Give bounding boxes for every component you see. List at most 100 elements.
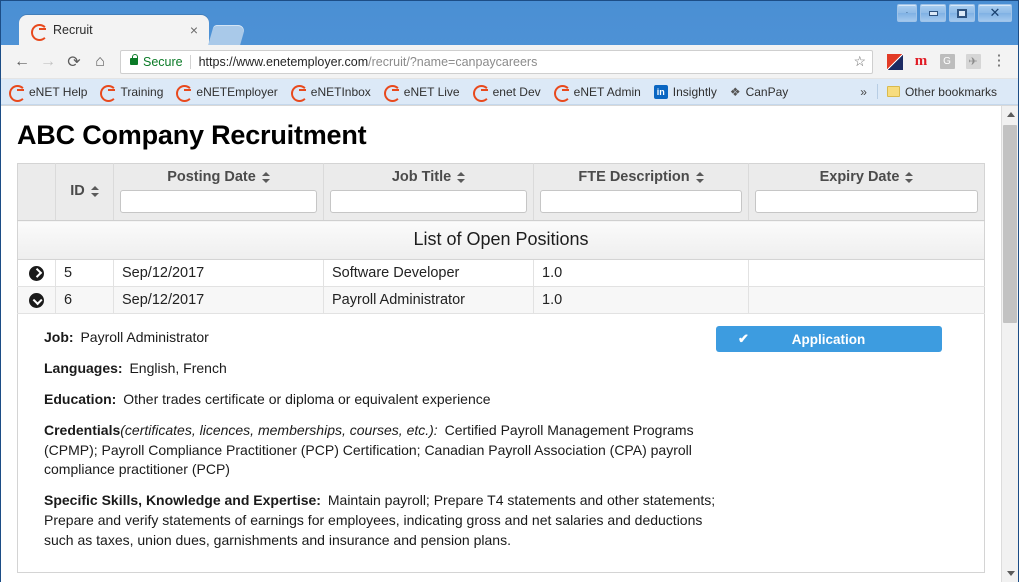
scrollbar-thumb[interactable]: [1003, 125, 1017, 323]
sort-icon[interactable]: [695, 171, 704, 184]
column-job-title[interactable]: Job Title: [323, 163, 534, 221]
bookmark-label: Insightly: [672, 84, 717, 99]
window-minimize-button[interactable]: [920, 4, 946, 22]
table-header: ID Posting Date Job Title FTE Descriptio…: [17, 163, 985, 221]
column-id-label: ID: [70, 183, 85, 199]
cell-expiry-date: [748, 259, 985, 287]
window-maximize-button[interactable]: [949, 4, 975, 22]
tab-strip: Recruit ×: [19, 15, 246, 45]
column-expiry-date[interactable]: Expiry Date: [748, 163, 985, 221]
column-fte-description[interactable]: FTE Description: [533, 163, 749, 221]
row-expander-cell[interactable]: [17, 259, 56, 287]
bookmark-enet-dev[interactable]: enet Dev: [472, 84, 541, 102]
window-help-glyph: ·: [905, 8, 909, 17]
bookmarks-overflow-icon[interactable]: »: [860, 85, 867, 99]
cell-expiry-date: [748, 286, 985, 314]
table-caption: List of Open Positions: [17, 220, 985, 260]
detail-label-education: Education:: [44, 390, 117, 407]
other-bookmarks-label: Other bookmarks: [904, 84, 997, 99]
column-job-title-label: Job Title: [391, 169, 452, 185]
bookmark-label: eNETEmployer: [196, 84, 278, 99]
page-content: ABC Company Recruitment List of Open Pos…: [1, 106, 1001, 582]
column-expiry-date-label: Expiry Date: [819, 169, 900, 185]
application-button[interactable]: ✔ Application: [716, 326, 942, 352]
table-body: 5 Sep/12/2017 Software Developer 1.0 6 S…: [17, 259, 985, 314]
reload-button[interactable]: ⟳: [61, 49, 87, 75]
bookmarks-bar: eNET Help Training eNETEmployer eNETInbo…: [1, 79, 1018, 105]
other-bookmarks-folder[interactable]: Other bookmarks: [886, 84, 997, 99]
flag-extension-icon[interactable]: [884, 51, 906, 73]
column-id[interactable]: ID: [55, 163, 114, 221]
bookmark-star-icon[interactable]: ☆: [853, 53, 866, 70]
back-button[interactable]: ←: [9, 49, 35, 75]
sort-icon[interactable]: [905, 171, 914, 184]
filter-posting-date[interactable]: [120, 190, 317, 213]
column-posting-date-label: Posting Date: [167, 169, 256, 185]
window-close-glyph: ✕: [989, 5, 1001, 20]
filter-job-title[interactable]: [330, 190, 527, 213]
bookmark-training[interactable]: Training: [100, 84, 164, 102]
filter-fte-description[interactable]: [540, 190, 742, 213]
g-extension-icon[interactable]: G: [936, 51, 958, 73]
tab-close-icon[interactable]: ×: [187, 23, 201, 37]
scroll-down-button[interactable]: [1002, 565, 1019, 582]
sort-icon[interactable]: [90, 185, 99, 198]
bookmark-label: eNET Live: [403, 84, 460, 99]
tab-recruit[interactable]: Recruit ×: [19, 15, 209, 45]
page-scrollbar[interactable]: [1001, 106, 1018, 582]
bookmark-enetinbox[interactable]: eNETInbox: [290, 84, 371, 102]
row-expander-cell[interactable]: [17, 286, 56, 314]
detail-label-languages: Languages:: [44, 359, 123, 376]
cell-fte: 1.0: [533, 286, 749, 314]
window-close-button[interactable]: ✕: [978, 4, 1012, 22]
sort-icon[interactable]: [261, 171, 270, 184]
detail-value-job: Payroll Administrator: [80, 329, 209, 345]
canpay-icon: ❖: [729, 84, 741, 99]
cell-id: 5: [55, 259, 114, 287]
bookmark-label: enet Dev: [492, 84, 541, 99]
title-bar: · ✕ Recruit ×: [1, 1, 1018, 45]
detail-field-skills: Specific Skills, Knowledge and Expertise…: [44, 491, 734, 551]
bookmark-label: Training: [120, 84, 164, 99]
browser-toolbar: ← → ⟳ ⌂ Secure https://www.enetemployer.…: [1, 45, 1018, 79]
address-bar[interactable]: Secure https://www.enetemployer.com /rec…: [120, 49, 873, 74]
open-positions-table: List of Open Positions ID Posting Date J…: [17, 163, 985, 314]
url-domain: https://www.enetemployer.com: [198, 54, 369, 69]
detail-label-job: Job:: [44, 329, 74, 345]
linkedin-icon: in: [653, 84, 668, 99]
omnibox-divider: [189, 54, 191, 69]
home-button[interactable]: ⌂: [87, 49, 113, 75]
cell-fte: 1.0: [533, 259, 749, 287]
bookmark-insightly[interactable]: in Insightly: [653, 84, 717, 99]
column-posting-date[interactable]: Posting Date: [113, 163, 324, 221]
enet-icon: [472, 84, 490, 102]
url-path: /recruit/?name=canpaycareers: [368, 54, 538, 69]
detail-field-education: Education: Other trades certificate or d…: [44, 390, 734, 410]
m-extension-icon[interactable]: m: [910, 51, 932, 73]
bookmark-enet-admin[interactable]: eNET Admin: [553, 84, 641, 102]
bookmark-canpay[interactable]: ❖ CanPay: [730, 85, 788, 99]
forward-button[interactable]: →: [35, 49, 61, 75]
column-expander: [17, 163, 56, 221]
detail-label-skills: Specific Skills, Knowledge and Expertise…: [44, 492, 321, 509]
table-row[interactable]: 5 Sep/12/2017 Software Developer 1.0: [17, 259, 985, 287]
pdf-extension-icon[interactable]: ✈: [962, 51, 984, 73]
table-row[interactable]: 6 Sep/12/2017 Payroll Administrator 1.0: [17, 286, 985, 314]
sort-icon[interactable]: [457, 171, 466, 184]
chrome-menu-icon[interactable]: ⋮: [988, 51, 1010, 73]
detail-field-credentials: Credentials(certificates, licences, memb…: [44, 421, 734, 481]
cell-posting-date: Sep/12/2017: [113, 286, 324, 314]
bookmark-enet-help[interactable]: eNET Help: [9, 84, 87, 102]
window-help-button[interactable]: ·: [897, 4, 917, 22]
caret-up-icon: [1006, 112, 1015, 117]
chevron-down-icon[interactable]: [29, 292, 44, 308]
new-tab-button[interactable]: [208, 25, 246, 45]
filter-expiry-date[interactable]: [755, 190, 978, 213]
enet-icon: [100, 84, 118, 102]
application-button-label: Application: [791, 331, 866, 347]
maximize-icon: [957, 8, 967, 18]
bookmark-enet-live[interactable]: eNET Live: [383, 84, 460, 102]
scroll-up-button[interactable]: [1002, 106, 1019, 123]
bookmark-enetemployer[interactable]: eNETEmployer: [176, 84, 278, 102]
chevron-right-icon[interactable]: [29, 265, 44, 281]
